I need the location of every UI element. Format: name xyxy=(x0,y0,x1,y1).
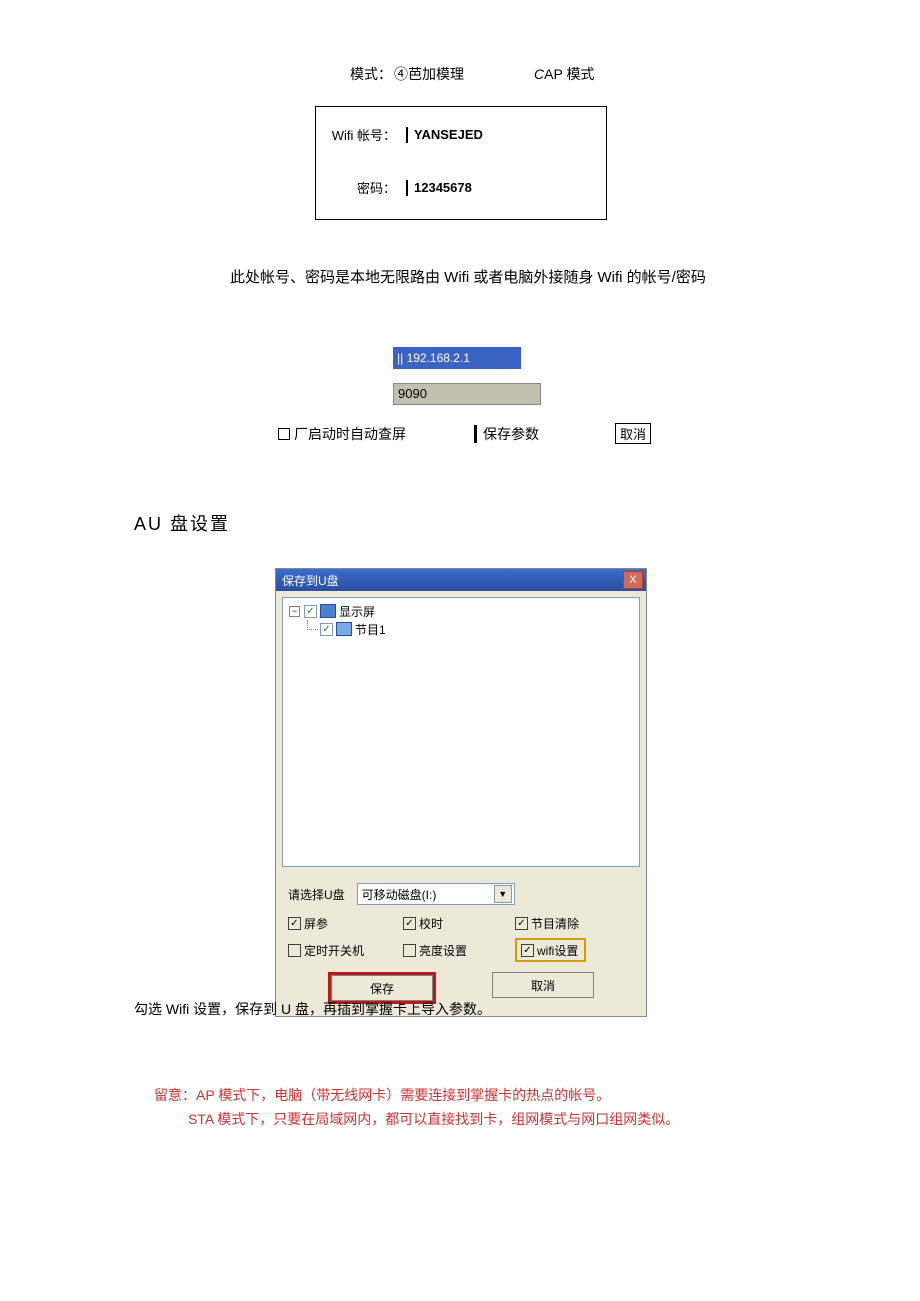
select-usb-label: 请选择U盘 xyxy=(288,886,345,903)
wifi-password-label: 密码： xyxy=(316,178,396,197)
wifi-setting-highlight: ✓wifi设置 xyxy=(515,938,586,962)
mode-label: 模式： xyxy=(350,64,392,84)
dialog-titlebar: 保存到U盘 X xyxy=(276,569,646,591)
auto-scan-label: 厂启动时自动查屏 xyxy=(294,424,406,444)
chk-timer-power: 定时开关机 xyxy=(304,942,364,959)
dialog-save-button[interactable]: 保存 xyxy=(331,975,433,1001)
dialog-title: 保存到U盘 xyxy=(282,572,339,589)
chk-time-sync: 校时 xyxy=(419,915,443,932)
cursor-icon xyxy=(406,180,408,196)
wifi-account-value[interactable]: YANSEJED xyxy=(414,127,483,142)
chk-clear-program: 节目清除 xyxy=(531,915,579,932)
dropdown-value: 可移动磁盘(I:) xyxy=(362,886,437,903)
usb-drive-dropdown[interactable]: 可移动磁盘(I:) ▼ xyxy=(357,883,515,905)
checkbox-icon[interactable] xyxy=(288,944,301,957)
wifi-form-box: Wifi 帐号： YANSEJED 密码： 12345678 xyxy=(315,106,607,220)
checkbox-checked-icon[interactable]: ✓ xyxy=(515,917,528,930)
note-line-2: STA 模式下，只要在局域网内，都可以直接找到卡，组网模式与网口组网类似。 xyxy=(188,1107,679,1131)
checkbox-checked-icon[interactable]: ✓ xyxy=(320,623,333,636)
dialog-caption: 勾选 Wifi 设置，保存到 U 盘，再插到掌握卡上导入参数。 xyxy=(134,999,920,1019)
mode-option-1: ④芭加模理 xyxy=(394,64,464,84)
tree-view[interactable]: − ✓ 显示屏 ✓ 节目1 xyxy=(282,597,640,867)
chk-wifi-setting: wifi设置 xyxy=(537,942,578,959)
tree-root-label: 显示屏 xyxy=(339,603,375,620)
checkbox-checked-icon[interactable]: ✓ xyxy=(403,917,416,930)
tree-root-row[interactable]: − ✓ 显示屏 xyxy=(289,602,633,620)
expander-minus-icon[interactable]: − xyxy=(289,606,300,617)
checkbox-checked-icon[interactable]: ✓ xyxy=(521,944,534,957)
cancel-button[interactable]: 取消 xyxy=(615,423,651,444)
dialog-cancel-button[interactable]: 取消 xyxy=(492,972,594,998)
tree-child-row[interactable]: ✓ 节目1 xyxy=(289,620,633,638)
tree-child-label: 节目1 xyxy=(355,621,386,638)
checkbox-icon[interactable] xyxy=(403,944,416,957)
port-field[interactable]: 9090 xyxy=(393,383,541,405)
ip-field[interactable]: || 192.168.2.1 xyxy=(393,347,521,369)
checkbox-checked-icon[interactable]: ✓ xyxy=(304,605,317,618)
mode-option-2: CAP 模式 xyxy=(534,64,594,84)
section-heading: AU 盘设置 xyxy=(134,510,920,536)
wifi-account-label: Wifi 帐号： xyxy=(316,125,396,144)
note-line-1: 留意：AP 模式下，电脑（带无线网卡）需要连接到掌握卡的热点的帐号。 xyxy=(154,1083,920,1107)
screen-icon xyxy=(320,604,336,618)
chk-screen-params: 屏参 xyxy=(304,915,328,932)
checkbox-checked-icon[interactable]: ✓ xyxy=(288,917,301,930)
program-icon xyxy=(336,622,352,636)
save-params-button[interactable]: 保存参数 xyxy=(483,424,539,444)
close-icon[interactable]: X xyxy=(623,571,643,589)
wifi-password-value[interactable]: 12345678 xyxy=(414,180,472,195)
save-to-usb-dialog: 保存到U盘 X − ✓ 显示屏 ✓ 节目1 请选择U盘 可移动磁盘(I: xyxy=(275,568,647,1017)
chevron-down-icon[interactable]: ▼ xyxy=(494,885,512,903)
chk-brightness: 亮度设置 xyxy=(419,942,467,959)
checkbox-icon[interactable] xyxy=(278,428,290,440)
divider-icon xyxy=(474,425,477,443)
description-text: 此处帐号、密码是本地无限路由 Wifi 或者电脑外接随身 Wifi 的帐号/密码 xyxy=(230,266,920,287)
cursor-icon xyxy=(406,127,408,143)
